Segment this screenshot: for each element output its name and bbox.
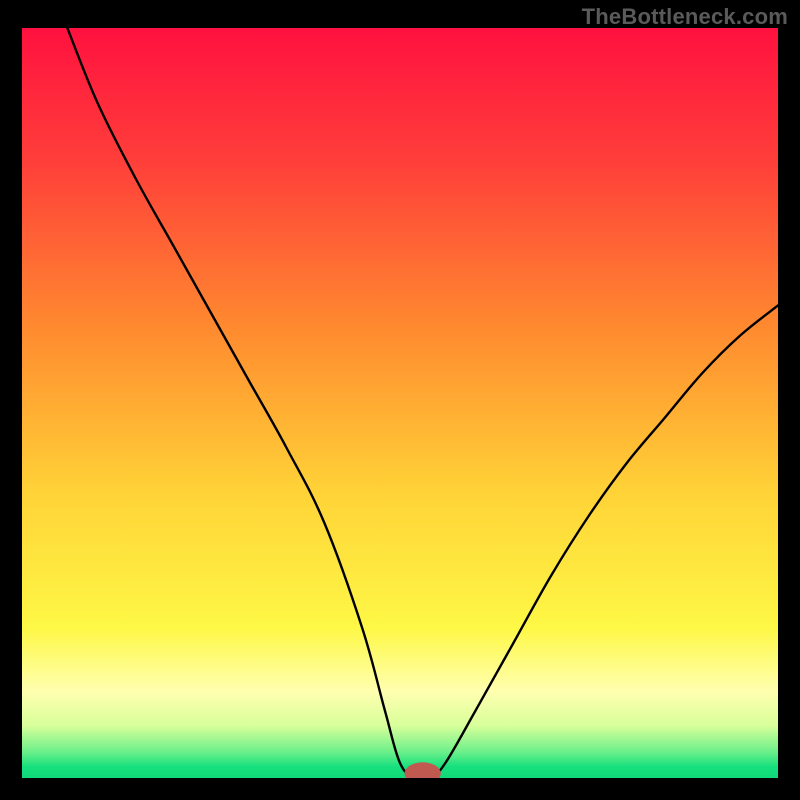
plot-area — [22, 28, 778, 778]
chart-frame: TheBottleneck.com — [0, 0, 800, 800]
bottleneck-chart — [22, 28, 778, 778]
watermark-text: TheBottleneck.com — [582, 4, 788, 30]
gradient-background — [22, 28, 778, 778]
